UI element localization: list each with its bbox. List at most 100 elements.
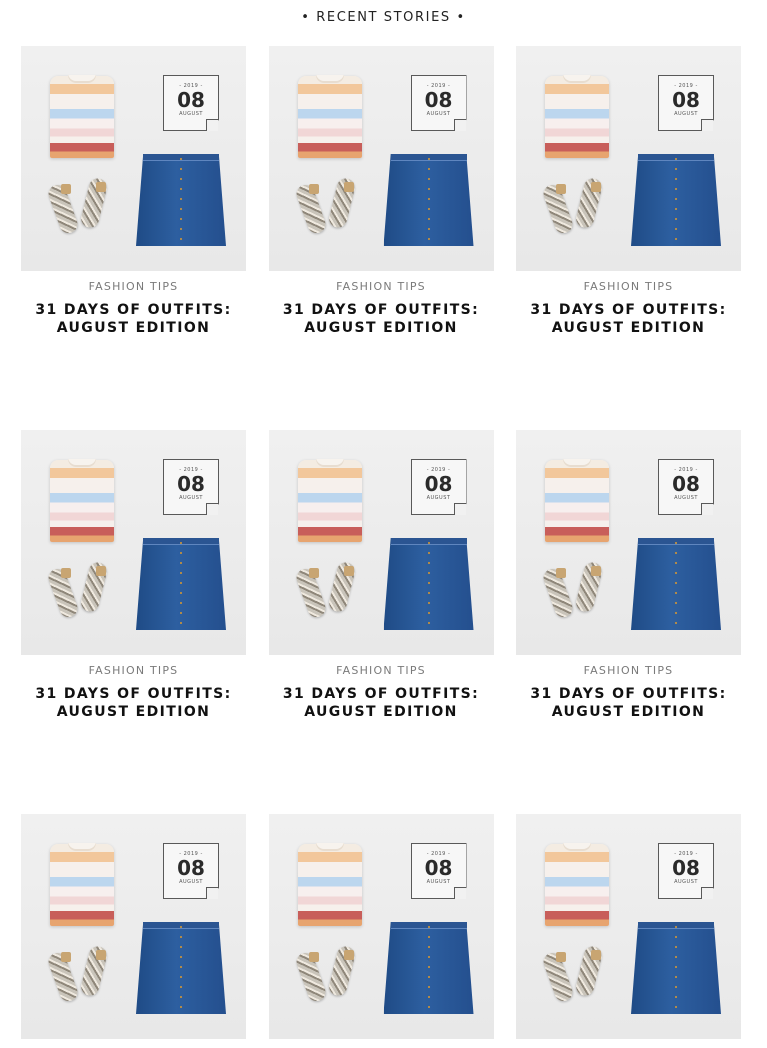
skirt-buttons — [427, 926, 430, 1012]
post-thumbnail[interactable]: - 2019 - 08 AUGUST — [21, 814, 246, 1039]
heel-left — [308, 568, 319, 578]
post-card[interactable]: - 2019 - 08 AUGUST FASHION TIPS 31 DAYS … — [21, 430, 246, 721]
section-heading: • RECENT STORIES • — [301, 10, 466, 25]
sweater-collar — [315, 843, 344, 851]
badge-month: AUGUST — [674, 495, 698, 501]
badge-day: 08 — [424, 856, 453, 880]
heel-right — [96, 950, 106, 960]
sweater-image — [545, 460, 609, 542]
heel-left — [556, 952, 566, 962]
sweater-image — [50, 844, 114, 926]
post-card[interactable]: - 2019 - 08 AUGUST FASHION TIPS 31 DAYS … — [516, 46, 741, 337]
sweater-image — [297, 844, 362, 926]
sweater-image — [297, 76, 362, 158]
post-card[interactable]: - 2019 - 08 AUGUST FASHION TIPS 31 DAYS … — [516, 430, 741, 721]
heel-right — [343, 950, 354, 960]
sweater-collar — [68, 75, 96, 83]
badge-day: 08 — [424, 472, 453, 496]
badge-folded-corner — [701, 503, 713, 515]
sweater-collar — [315, 459, 344, 467]
post-category-link[interactable]: FASHION TIPS — [269, 664, 494, 678]
heel-right — [343, 566, 354, 576]
badge-month: AUGUST — [179, 879, 203, 885]
skirt-buttons — [427, 542, 430, 628]
post-title-link[interactable]: 31 DAYS OF OUTFITS: AUGUST EDITION — [21, 685, 246, 721]
sweater-image — [545, 844, 609, 926]
post-card[interactable]: - 2019 - 08 AUGUST FASHION TIPS 31 DAYS … — [268, 46, 494, 337]
badge-month: AUGUST — [674, 111, 698, 117]
badge-month: AUGUST — [426, 495, 451, 501]
sweater-collar — [563, 459, 591, 467]
badge-day: 08 — [177, 472, 205, 496]
skirt-buttons — [180, 926, 182, 1012]
post-thumbnail[interactable]: - 2019 - 08 AUGUST — [516, 430, 741, 655]
badge-day: 08 — [672, 472, 700, 496]
skirt-buttons — [675, 926, 677, 1012]
post-card[interactable]: - 2019 - 08 AUGUST FASHION TIPS 31 DAYS … — [21, 46, 246, 337]
heel-left — [61, 568, 71, 578]
badge-day: 08 — [672, 856, 700, 880]
skirt-buttons — [427, 158, 430, 244]
sweater-collar — [68, 459, 96, 467]
post-category-link[interactable]: FASHION TIPS — [516, 280, 741, 294]
post-thumbnail[interactable]: - 2019 - 08 AUGUST — [268, 814, 494, 1039]
heel-left — [308, 952, 319, 962]
badge-folded-corner — [206, 119, 218, 131]
badge-day: 08 — [177, 88, 205, 112]
badge-month: AUGUST — [179, 495, 203, 501]
heel-left — [308, 184, 319, 194]
badge-folded-corner — [701, 887, 713, 899]
sweater-collar — [315, 75, 344, 83]
post-title-link[interactable]: 31 DAYS OF OUTFITS: AUGUST EDITION — [269, 301, 494, 337]
badge-folded-corner — [453, 887, 466, 899]
post-category-link[interactable]: FASHION TIPS — [516, 664, 741, 678]
badge-day: 08 — [672, 88, 700, 112]
post-title-link[interactable]: 31 DAYS OF OUTFITS: AUGUST EDITION — [516, 685, 741, 721]
badge-folded-corner — [206, 887, 218, 899]
post-card[interactable]: - 2019 - 08 AUGUST FASHION TIPS 31 DAYS … — [268, 430, 494, 721]
post-thumbnail[interactable]: - 2019 - 08 AUGUST — [268, 46, 494, 271]
post-thumbnail[interactable]: - 2019 - 08 AUGUST — [21, 46, 246, 271]
post-thumbnail[interactable]: - 2019 - 08 AUGUST — [516, 814, 741, 1039]
post-grid: - 2019 - 08 AUGUST FASHION TIPS 31 DAYS … — [21, 46, 741, 1048]
post-thumbnail[interactable]: - 2019 - 08 AUGUST — [516, 46, 741, 271]
badge-month: AUGUST — [179, 111, 203, 117]
heel-right — [591, 566, 601, 576]
badge-day: 08 — [424, 88, 453, 112]
sweater-image — [545, 76, 609, 158]
skirt-buttons — [675, 158, 677, 244]
post-card[interactable]: - 2019 - 08 AUGUST — [21, 814, 246, 1048]
post-card[interactable]: - 2019 - 08 AUGUST — [516, 814, 741, 1048]
sweater-collar — [563, 75, 591, 83]
badge-folded-corner — [701, 119, 713, 131]
post-card[interactable]: - 2019 - 08 AUGUST — [268, 814, 494, 1048]
heel-right — [591, 182, 601, 192]
sweater-image — [50, 460, 114, 542]
post-category-link[interactable]: FASHION TIPS — [269, 280, 494, 294]
heel-left — [61, 184, 71, 194]
post-category-link[interactable]: FASHION TIPS — [21, 664, 246, 678]
post-thumbnail[interactable]: - 2019 - 08 AUGUST — [21, 430, 246, 655]
skirt-buttons — [180, 542, 182, 628]
heel-left — [556, 568, 566, 578]
skirt-buttons — [675, 542, 677, 628]
post-category-link[interactable]: FASHION TIPS — [21, 280, 246, 294]
skirt-buttons — [180, 158, 182, 244]
badge-folded-corner — [206, 503, 218, 515]
heel-left — [556, 184, 566, 194]
badge-folded-corner — [453, 503, 466, 515]
sweater-collar — [563, 843, 591, 851]
sweater-image — [297, 460, 362, 542]
post-thumbnail[interactable]: - 2019 - 08 AUGUST — [268, 430, 494, 655]
badge-folded-corner — [453, 119, 466, 131]
heel-right — [591, 950, 601, 960]
heel-right — [343, 182, 354, 192]
heel-right — [96, 182, 106, 192]
post-title-link[interactable]: 31 DAYS OF OUTFITS: AUGUST EDITION — [269, 685, 494, 721]
badge-month: AUGUST — [426, 111, 451, 117]
sweater-collar — [68, 843, 96, 851]
badge-month: AUGUST — [426, 879, 451, 885]
badge-month: AUGUST — [674, 879, 698, 885]
post-title-link[interactable]: 31 DAYS OF OUTFITS: AUGUST EDITION — [516, 301, 741, 337]
post-title-link[interactable]: 31 DAYS OF OUTFITS: AUGUST EDITION — [21, 301, 246, 337]
